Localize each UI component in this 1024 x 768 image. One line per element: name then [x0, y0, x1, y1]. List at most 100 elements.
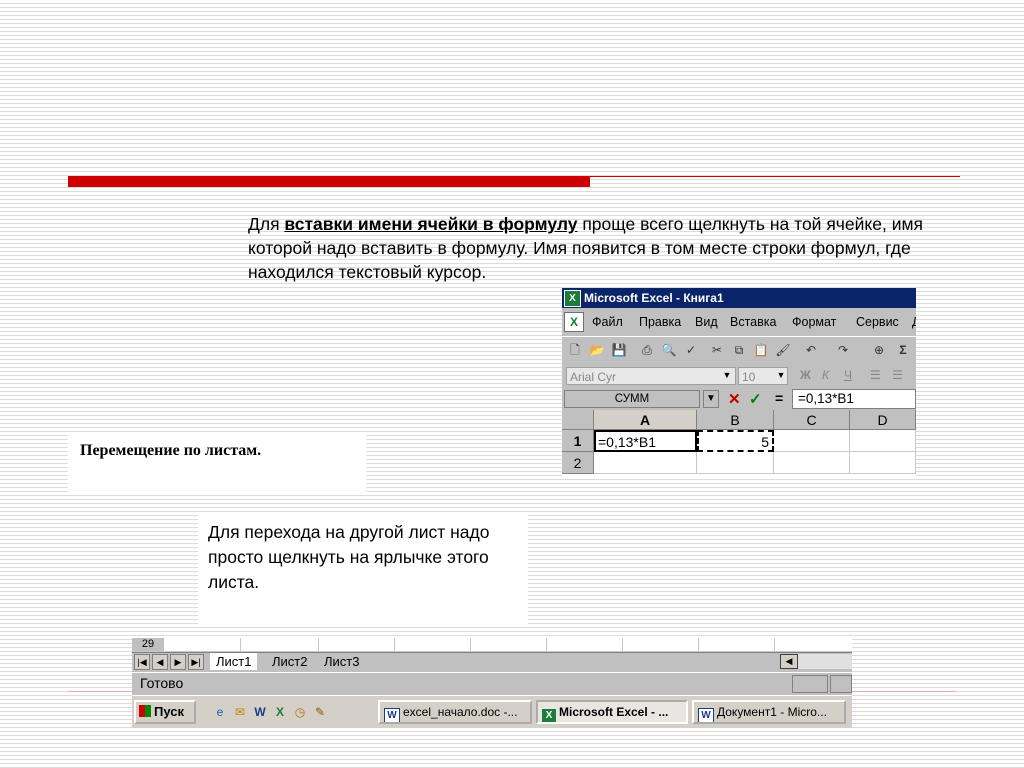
grid-divider: [394, 638, 395, 651]
menu-edit[interactable]: Правка: [639, 315, 681, 329]
equals-button[interactable]: =: [775, 390, 783, 406]
column-header-b[interactable]: B: [697, 410, 774, 430]
italic-button[interactable]: К: [822, 368, 829, 382]
taskbar: Пуск e ✉ W X ◷ ✎ Wexcel_начало.doc -... …: [132, 695, 852, 728]
sheet-navigation-box: Для перехода на другой лист надо просто …: [198, 512, 528, 624]
confirm-icon[interactable]: ✓: [749, 390, 762, 408]
ie-icon[interactable]: e: [212, 704, 228, 720]
word-icon: W: [384, 708, 400, 722]
outlook-icon[interactable]: ✉: [232, 704, 248, 720]
cell-b2[interactable]: [697, 452, 774, 474]
row-header-1[interactable]: 1: [562, 430, 594, 452]
cell-c2[interactable]: [774, 452, 850, 474]
cancel-icon[interactable]: ✕: [728, 390, 741, 408]
row-header-2[interactable]: 2: [562, 452, 594, 474]
open-icon[interactable]: 📂: [588, 341, 606, 359]
menu-data[interactable]: Д: [912, 315, 916, 329]
accent-bar: [68, 176, 590, 187]
font-size-value: 10: [742, 370, 756, 384]
column-header-a[interactable]: A: [594, 410, 697, 430]
excel-app-icon: X: [564, 290, 581, 307]
task-excel[interactable]: X Microsoft Excel - ...: [536, 700, 688, 724]
paragraph-highlight: вставки имени ячейки в формулу: [284, 214, 578, 234]
paragraph-text-before: Для: [248, 214, 285, 234]
copy-icon[interactable]: ⧉: [730, 341, 748, 359]
excel-icon: X: [542, 709, 556, 722]
grid-divider: [470, 638, 471, 651]
paste-icon[interactable]: 📋: [752, 341, 770, 359]
spelling-icon[interactable]: ✓: [682, 341, 700, 359]
bold-button[interactable]: Ж: [800, 368, 811, 382]
menu-file[interactable]: Файл: [592, 315, 623, 329]
autosum-icon[interactable]: Σ: [894, 341, 912, 359]
column-header-c[interactable]: C: [774, 410, 850, 430]
task-label: excel_начало.doc -...: [403, 705, 518, 719]
cut-icon[interactable]: ✂: [708, 341, 726, 359]
font-name-combo[interactable]: Arial Cyr: [566, 367, 736, 385]
start-label: Пуск: [154, 704, 184, 719]
sheet-tab-3[interactable]: Лист3: [318, 653, 365, 670]
cell-c1[interactable]: [774, 430, 850, 452]
last-sheet-icon[interactable]: ▶|: [188, 654, 204, 670]
align-center-icon[interactable]: ☰: [892, 368, 903, 382]
cell-b1[interactable]: 5: [697, 430, 774, 452]
prev-sheet-icon[interactable]: ◀: [152, 654, 168, 670]
underline-button[interactable]: Ч: [844, 368, 852, 382]
select-all-corner[interactable]: [562, 410, 594, 430]
preview-icon[interactable]: 🔍: [660, 341, 678, 359]
scroll-left-icon[interactable]: ◀: [780, 654, 798, 669]
task-label: Microsoft Excel - ...: [559, 705, 669, 719]
font-name-value: Arial Cyr: [570, 370, 617, 384]
task-word-doc[interactable]: Wexcel_начало.doc -...: [378, 700, 532, 724]
spreadsheet-grid: A B C D 1 =0,13*B1 5 2: [562, 410, 916, 478]
sheet-tab-bar: |◀ ◀ ▶ ▶| Лист1 Лист2 Лист3 ◀: [132, 652, 852, 671]
instruction-paragraph: Для вставки имени ячейки в формулу проще…: [248, 212, 928, 284]
workbook-icon[interactable]: X: [564, 312, 584, 332]
grid-divider: [240, 638, 241, 651]
cell-d1[interactable]: [850, 430, 916, 452]
format-painter-icon[interactable]: 🖌: [774, 341, 792, 359]
window-title: Microsoft Excel - Книга1: [584, 291, 724, 305]
word-icon: W: [698, 708, 714, 722]
formula-input[interactable]: =0,13*B1: [792, 389, 916, 409]
title-bar: X Microsoft Excel - Книга1: [562, 288, 916, 308]
accent-line: [590, 176, 960, 177]
excel-window: X Microsoft Excel - Книга1 X Файл Правка…: [562, 288, 916, 478]
grid-divider: [546, 638, 547, 651]
chevron-down-icon[interactable]: ▼: [774, 368, 788, 382]
undo-icon[interactable]: ↶: [802, 341, 820, 359]
grid-divider: [318, 638, 319, 651]
menu-view[interactable]: Вид: [695, 315, 718, 329]
menu-format[interactable]: Формат: [792, 315, 836, 329]
previous-row: 29: [132, 638, 852, 652]
column-header-d[interactable]: D: [850, 410, 916, 430]
excel-icon[interactable]: X: [272, 704, 288, 720]
edit-icon[interactable]: ✎: [312, 704, 328, 720]
menu-insert[interactable]: Вставка: [730, 315, 776, 329]
calendar-icon[interactable]: ◷: [292, 704, 308, 720]
align-left-icon[interactable]: ☰: [870, 368, 881, 382]
chevron-down-icon[interactable]: ▼: [703, 390, 719, 408]
next-sheet-icon[interactable]: ▶: [170, 654, 186, 670]
cell-d2[interactable]: [850, 452, 916, 474]
cell-a2[interactable]: [594, 452, 697, 474]
word-icon[interactable]: W: [252, 704, 268, 720]
cell-a1[interactable]: =0,13*B1: [594, 430, 697, 452]
chevron-down-icon[interactable]: ▼: [720, 368, 734, 382]
first-sheet-icon[interactable]: |◀: [134, 654, 150, 670]
menu-bar: X Файл Правка Вид Вставка Формат Сервис …: [562, 310, 916, 334]
print-icon[interactable]: ⎙: [638, 341, 656, 359]
name-box[interactable]: СУММ: [564, 390, 700, 408]
hyperlink-icon[interactable]: ⊕: [870, 341, 888, 359]
new-icon[interactable]: 🗋: [566, 341, 584, 359]
horizontal-scrollbar[interactable]: ◀: [780, 654, 852, 669]
status-bar: Готово: [132, 672, 852, 693]
sheet-tab-1[interactable]: Лист1: [210, 653, 258, 670]
sheet-tab-2[interactable]: Лист2: [266, 653, 313, 670]
task-word-doc2[interactable]: W Документ1 - Micro...: [692, 700, 846, 724]
menu-tools[interactable]: Сервис: [856, 315, 899, 329]
redo-icon[interactable]: ↷: [834, 341, 852, 359]
save-icon[interactable]: 💾: [610, 341, 628, 359]
row-header-29[interactable]: 29: [132, 638, 164, 651]
start-button[interactable]: Пуск: [134, 700, 196, 724]
